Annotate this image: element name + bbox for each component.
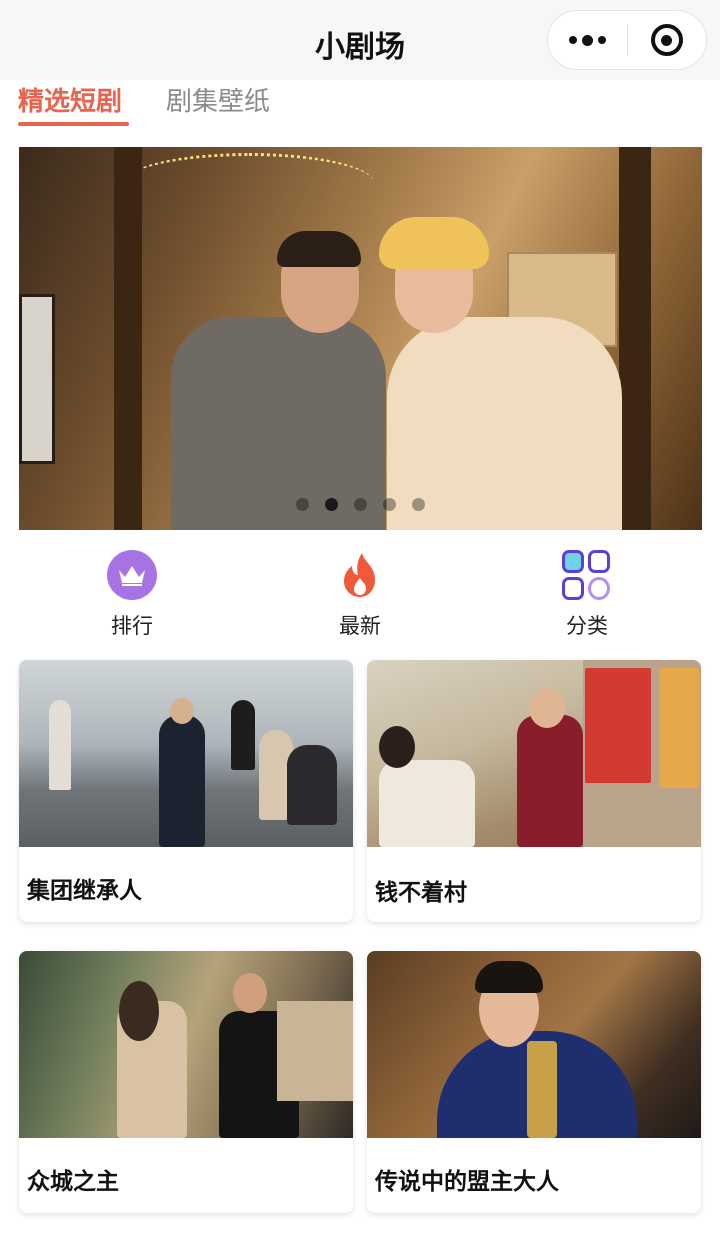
drama-title: 传说中的盟主大人: [375, 1169, 559, 1195]
latest-label: 最新: [339, 614, 381, 638]
category-button[interactable]: 分类: [507, 550, 667, 640]
carousel-dot-active[interactable]: [325, 498, 338, 511]
drama-title: 钱不着村: [375, 880, 467, 906]
drama-poster: [19, 660, 353, 847]
carousel-dot[interactable]: [354, 498, 367, 511]
drama-title: 集团继承人: [27, 878, 142, 904]
carousel-dot[interactable]: [383, 498, 396, 511]
tab-drama-wallpapers[interactable]: 剧集壁纸: [166, 86, 270, 126]
category-label: 分类: [566, 614, 608, 638]
close-mini-program-button[interactable]: [628, 11, 706, 69]
banner-carousel[interactable]: [19, 147, 702, 530]
drama-title: 众城之主: [27, 1169, 119, 1195]
target-icon: [650, 24, 683, 56]
nav-bar: 小剧场: [0, 0, 720, 80]
more-options-button[interactable]: [548, 11, 627, 69]
drama-poster: [19, 951, 353, 1138]
latest-button[interactable]: 最新: [280, 550, 440, 640]
carousel-indicator: [296, 498, 425, 511]
drama-card[interactable]: 集团继承人: [19, 660, 353, 922]
mini-program-capsule: [547, 10, 707, 70]
category-grid-icon: [562, 550, 612, 600]
crown-icon: [107, 550, 157, 600]
drama-card[interactable]: 钱不着村: [367, 660, 701, 922]
drama-poster: [367, 951, 701, 1138]
ranking-label: 排行: [111, 614, 153, 638]
flame-icon: [335, 550, 385, 600]
drama-card[interactable]: 众城之主: [19, 951, 353, 1213]
drama-poster: [367, 660, 701, 847]
active-tab-indicator: [18, 122, 129, 126]
more-dots-icon: [569, 36, 577, 44]
tab-featured-shorts[interactable]: 精选短剧: [18, 86, 122, 126]
wall-picture-frame: [19, 294, 55, 464]
carousel-dot[interactable]: [296, 498, 309, 511]
string-lights: [124, 153, 374, 213]
drama-card[interactable]: 传说中的盟主大人: [367, 951, 701, 1213]
carousel-dot[interactable]: [412, 498, 425, 511]
main-content: 精选短剧 剧集壁纸 排行 最新 分类 集团继承人 钱不着村 众城之主 传说中的盟…: [0, 80, 720, 1233]
ranking-button[interactable]: 排行: [52, 550, 212, 640]
